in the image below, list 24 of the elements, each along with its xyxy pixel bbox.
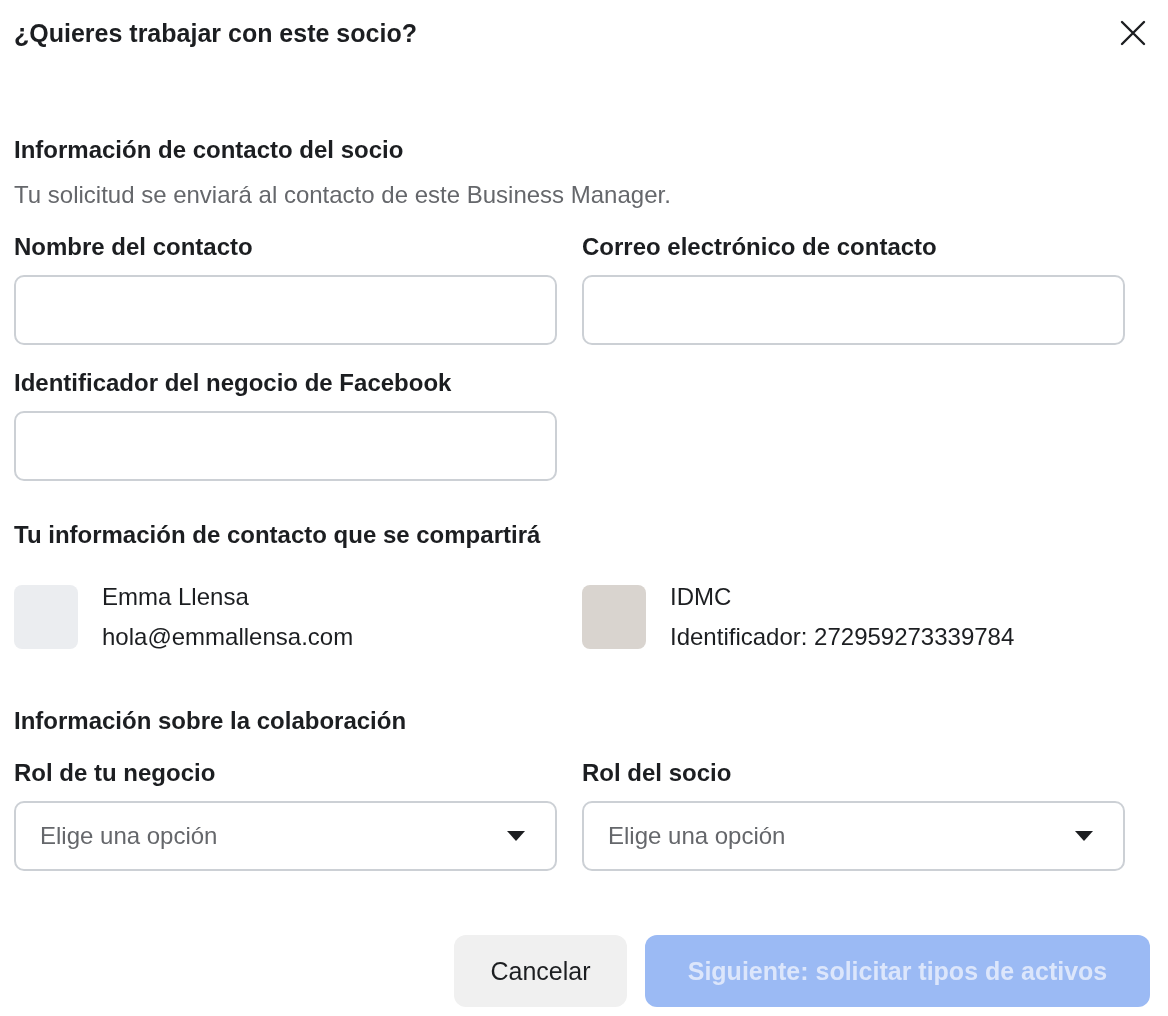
contact-detail: Identificador: 272959273339784 bbox=[670, 622, 1015, 652]
section-heading: Información de contacto del socio bbox=[14, 136, 405, 164]
section-description: Tu solicitud se enviará al contacto de este Business Manager. bbox=[14, 181, 672, 209]
dropdown[interactable]: Elige una opción bbox=[582, 801, 1125, 871]
input-field[interactable] bbox=[582, 275, 1125, 345]
dialog-title: ¿Quieres trabajar con este socio? bbox=[14, 18, 417, 48]
field-label: Rol de tu negocio bbox=[14, 759, 217, 787]
field-label: Rol del socio bbox=[582, 759, 733, 787]
photo-placeholder bbox=[582, 585, 646, 649]
contact-detail: hola@emmallensa.com bbox=[102, 622, 354, 652]
input-field[interactable] bbox=[14, 411, 557, 481]
field-label: Identificador del negocio de Facebook bbox=[14, 369, 453, 397]
dropdown[interactable]: Elige una opción bbox=[14, 801, 557, 871]
caret-icon bbox=[1075, 831, 1093, 841]
action-button[interactable]: Cancelar bbox=[454, 935, 627, 1007]
contact-name: Emma Llensa bbox=[102, 582, 250, 612]
close-icon[interactable] bbox=[1120, 20, 1146, 46]
contact-name: IDMC bbox=[670, 582, 733, 612]
section-heading: Tu información de contacto que se compartirá bbox=[14, 521, 542, 549]
caret-icon bbox=[507, 831, 525, 841]
input-field[interactable] bbox=[14, 275, 557, 345]
section-heading: Información sobre la colaboración bbox=[14, 707, 408, 735]
field-label: Correo electrónico de contacto bbox=[582, 233, 938, 261]
field-label: Nombre del contacto bbox=[14, 233, 254, 261]
